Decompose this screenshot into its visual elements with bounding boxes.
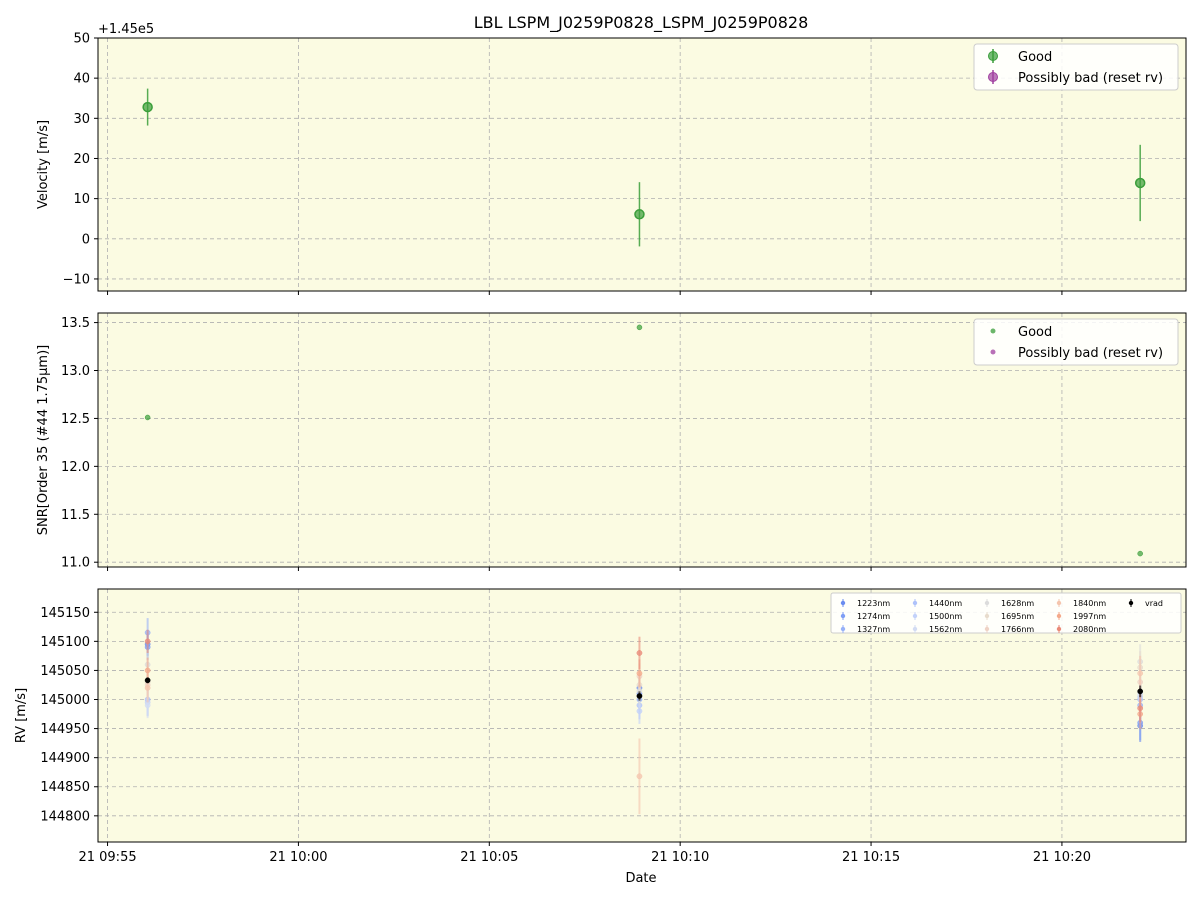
legend-label: vrad bbox=[1145, 599, 1163, 608]
y-tick-label: 40 bbox=[73, 72, 90, 87]
legend-label: 1440nm bbox=[929, 599, 962, 608]
data-point bbox=[636, 324, 643, 331]
legend-label: 1997nm bbox=[1073, 612, 1106, 621]
data-point bbox=[1137, 550, 1143, 557]
legend: Good Possibly bad (reset rv) bbox=[973, 318, 1179, 366]
lbl-figure: LBL LSPM_J0259P0828_LSPM_J0259P0828 50 40… bbox=[14, 13, 1187, 886]
y-axis-label: Velocity [m/s] bbox=[36, 120, 51, 209]
x-tick-label: 21 10:20 bbox=[1033, 850, 1091, 865]
y-tick-label: 145050 bbox=[40, 664, 90, 679]
legend-label: Good bbox=[1018, 50, 1052, 65]
x-tick-label: 21 10:15 bbox=[842, 850, 900, 865]
legend-marker bbox=[988, 72, 998, 82]
data-point bbox=[144, 685, 151, 691]
y-tick-label: 11.0 bbox=[61, 556, 90, 571]
legend-marker bbox=[1056, 613, 1062, 619]
y-tick-label: 144850 bbox=[40, 780, 90, 795]
legend-label: 1223nm bbox=[857, 599, 890, 608]
panel-1: 50 40 30 20 10 0 −10 Velocity [m/s] +1.45e5 Good P… bbox=[36, 22, 1187, 295]
data-point bbox=[1134, 177, 1146, 189]
data-point bbox=[636, 708, 643, 714]
panel-3: 21 09:55 21 10:00 21 10:05 21 10:10 21 10:15… bbox=[14, 588, 1187, 865]
data-point bbox=[1137, 688, 1144, 695]
x-tick-label: 21 10:00 bbox=[269, 850, 327, 865]
data-point bbox=[636, 650, 643, 656]
y-tick-label: 12.5 bbox=[61, 412, 90, 427]
legend-marker bbox=[840, 613, 846, 619]
legend-marker bbox=[990, 349, 996, 355]
data-point bbox=[634, 209, 645, 220]
legend-marker bbox=[1128, 600, 1134, 606]
figure-title: LBL LSPM_J0259P0828_LSPM_J0259P0828 bbox=[474, 13, 809, 33]
legend-marker bbox=[984, 613, 990, 619]
y-tick-label: 13.5 bbox=[61, 316, 90, 331]
data-point bbox=[636, 773, 643, 780]
y-axis-label: RV [m/s] bbox=[14, 688, 29, 743]
data-point bbox=[144, 702, 151, 709]
data-point bbox=[144, 667, 151, 674]
legend-marker bbox=[840, 600, 846, 606]
legend: Good Possibly bad (reset rv) bbox=[973, 43, 1179, 91]
x-tick-label: 21 10:05 bbox=[460, 850, 518, 865]
legend-marker bbox=[1056, 626, 1062, 632]
y-tick-label: 11.5 bbox=[61, 508, 90, 523]
legend-marker bbox=[988, 51, 998, 61]
y-tick-label: 144800 bbox=[40, 809, 90, 824]
y-tick-label: 13.0 bbox=[61, 364, 90, 379]
data-point bbox=[144, 677, 151, 684]
y-tick-label: 50 bbox=[73, 32, 90, 47]
legend-label: 1766nm bbox=[1001, 625, 1034, 634]
data-point bbox=[1137, 705, 1144, 712]
legend-label: 1695nm bbox=[1001, 612, 1034, 621]
legend-label: Possibly bad (reset rv) bbox=[1018, 71, 1163, 86]
legend-marker bbox=[912, 600, 918, 606]
y-tick-label: 145100 bbox=[40, 635, 90, 650]
legend-label: 1327nm bbox=[857, 625, 890, 634]
panel-2: 13.5 13.0 12.5 12.0 11.5 11.0 SNR[Order 35 (#4… bbox=[36, 312, 1187, 571]
y-tick-label: 145000 bbox=[40, 693, 90, 708]
legend-label: Good bbox=[1018, 325, 1052, 340]
legend-label: Possibly bad (reset rv) bbox=[1018, 346, 1163, 361]
y-tick-label: 12.0 bbox=[61, 460, 90, 475]
data-point bbox=[142, 101, 153, 113]
data-point bbox=[636, 670, 643, 677]
legend-marker bbox=[990, 328, 996, 334]
y-tick-label: 30 bbox=[73, 112, 90, 127]
data-point bbox=[144, 414, 151, 421]
y-axis-label: SNR[Order 35 (#44 1.75μm)] bbox=[36, 345, 51, 536]
legend-label: 1628nm bbox=[1001, 599, 1034, 608]
legend-marker bbox=[984, 626, 990, 632]
data-point bbox=[636, 693, 643, 699]
legend-marker bbox=[840, 626, 846, 632]
y-tick-label: 20 bbox=[73, 152, 90, 167]
y-offset-label: +1.45e5 bbox=[98, 22, 154, 37]
legend-marker bbox=[984, 600, 990, 606]
y-tick-label: −10 bbox=[63, 272, 90, 287]
y-tick-label: 10 bbox=[73, 192, 90, 207]
data-point bbox=[144, 638, 151, 645]
y-tick-label: 0 bbox=[82, 232, 90, 247]
x-axis-label: Date bbox=[625, 871, 656, 886]
y-tick-label: 144950 bbox=[40, 722, 90, 737]
legend-label: 1840nm bbox=[1073, 599, 1106, 608]
y-tick-label: 144900 bbox=[40, 751, 90, 766]
legend-label: 2080nm bbox=[1073, 625, 1106, 634]
legend-marker bbox=[912, 613, 918, 619]
y-tick-label: 145150 bbox=[40, 606, 90, 621]
legend-marker bbox=[1056, 600, 1062, 606]
x-tick-label: 21 10:10 bbox=[651, 850, 709, 865]
legend: 1223nm 1274nm 1327nm 1440nm 1500nm 1562nm 1628… bbox=[830, 592, 1182, 634]
legend-label: 1274nm bbox=[857, 612, 890, 621]
legend-label: 1500nm bbox=[929, 612, 962, 621]
legend-label: 1562nm bbox=[929, 625, 962, 634]
x-tick-label: 21 09:55 bbox=[78, 850, 136, 865]
data-point bbox=[1137, 670, 1144, 677]
legend-marker bbox=[912, 626, 918, 632]
